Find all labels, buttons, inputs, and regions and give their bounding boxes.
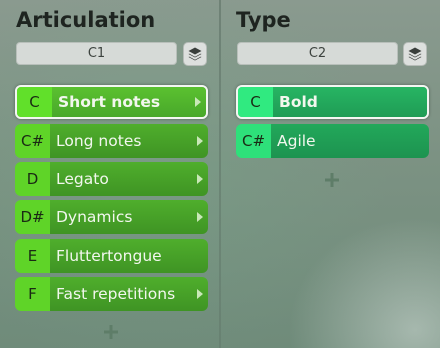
chevron-right-icon[interactable] <box>192 162 208 196</box>
add-type-button[interactable] <box>322 170 342 190</box>
layers-icon <box>408 47 422 61</box>
layers-icon <box>188 47 202 61</box>
type-item-bold[interactable]: C Bold <box>236 85 429 119</box>
articulation-item-dynamics[interactable]: D# Dynamics <box>15 200 208 234</box>
articulation-layers-button[interactable] <box>183 42 207 66</box>
chevron-right-icon[interactable] <box>190 87 206 117</box>
item-label: Fluttertongue <box>50 239 192 273</box>
note-label: D# <box>15 200 50 234</box>
item-label: Agile <box>271 124 429 158</box>
type-key-field[interactable]: C2 <box>237 42 398 65</box>
chevron-right-icon[interactable] <box>192 124 208 158</box>
note-label: D <box>15 162 50 196</box>
note-label: C <box>238 87 273 117</box>
articulation-key-field[interactable]: C1 <box>16 42 177 65</box>
articulation-title: Articulation <box>16 8 156 32</box>
note-label: C# <box>236 124 271 158</box>
note-label: F <box>15 277 50 311</box>
articulation-column: Articulation C1 C Short notes C# Long no… <box>0 0 220 348</box>
articulation-item-fast-repetitions[interactable]: F Fast repetitions <box>15 277 208 311</box>
plus-icon <box>325 173 339 187</box>
articulation-item-fluttertongue[interactable]: E Fluttertongue <box>15 239 208 273</box>
type-title: Type <box>236 8 291 32</box>
item-label: Short notes <box>52 87 190 117</box>
item-label: Dynamics <box>50 200 192 234</box>
chevron-right-icon[interactable] <box>192 277 208 311</box>
add-articulation-button[interactable] <box>101 322 121 342</box>
type-column: Type C2 C Bold C# Agile <box>221 0 440 348</box>
articulation-item-long-notes[interactable]: C# Long notes <box>15 124 208 158</box>
item-label: Bold <box>273 87 427 117</box>
articulation-item-legato[interactable]: D Legato <box>15 162 208 196</box>
articulation-item-short-notes[interactable]: C Short notes <box>15 85 208 119</box>
note-label: C <box>17 87 52 117</box>
plus-icon <box>104 325 118 339</box>
chevron-right-icon[interactable] <box>192 200 208 234</box>
item-end-cap <box>192 239 208 273</box>
item-label: Legato <box>50 162 192 196</box>
note-label: C# <box>15 124 50 158</box>
type-layers-button[interactable] <box>403 42 427 66</box>
item-label: Fast repetitions <box>50 277 192 311</box>
type-item-agile[interactable]: C# Agile <box>236 124 429 158</box>
note-label: E <box>15 239 50 273</box>
item-label: Long notes <box>50 124 192 158</box>
